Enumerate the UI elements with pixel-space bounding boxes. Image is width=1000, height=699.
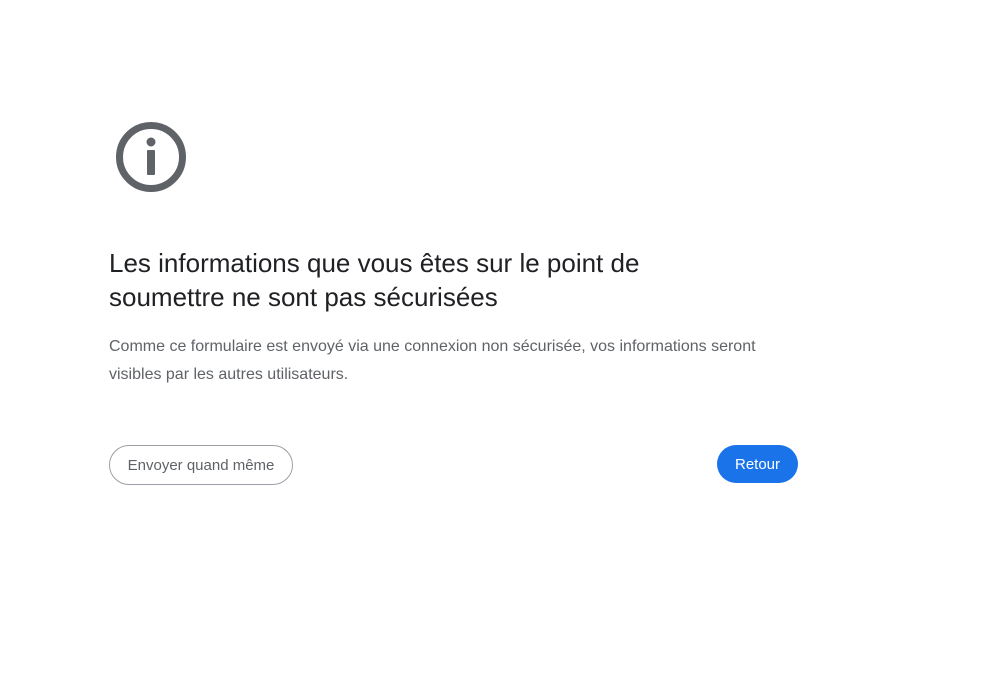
page-title: Les informations que vous êtes sur le po… <box>109 248 640 312</box>
back-button[interactable]: Retour <box>717 445 798 483</box>
insecure-form-warning-page: Les informations que vous êtes sur le po… <box>0 0 1000 699</box>
warning-description: Comme ce formulaire est envoyé via une c… <box>109 338 756 383</box>
info-circle-icon <box>115 121 187 193</box>
send-anyway-button[interactable]: Envoyer quand même <box>109 445 293 485</box>
